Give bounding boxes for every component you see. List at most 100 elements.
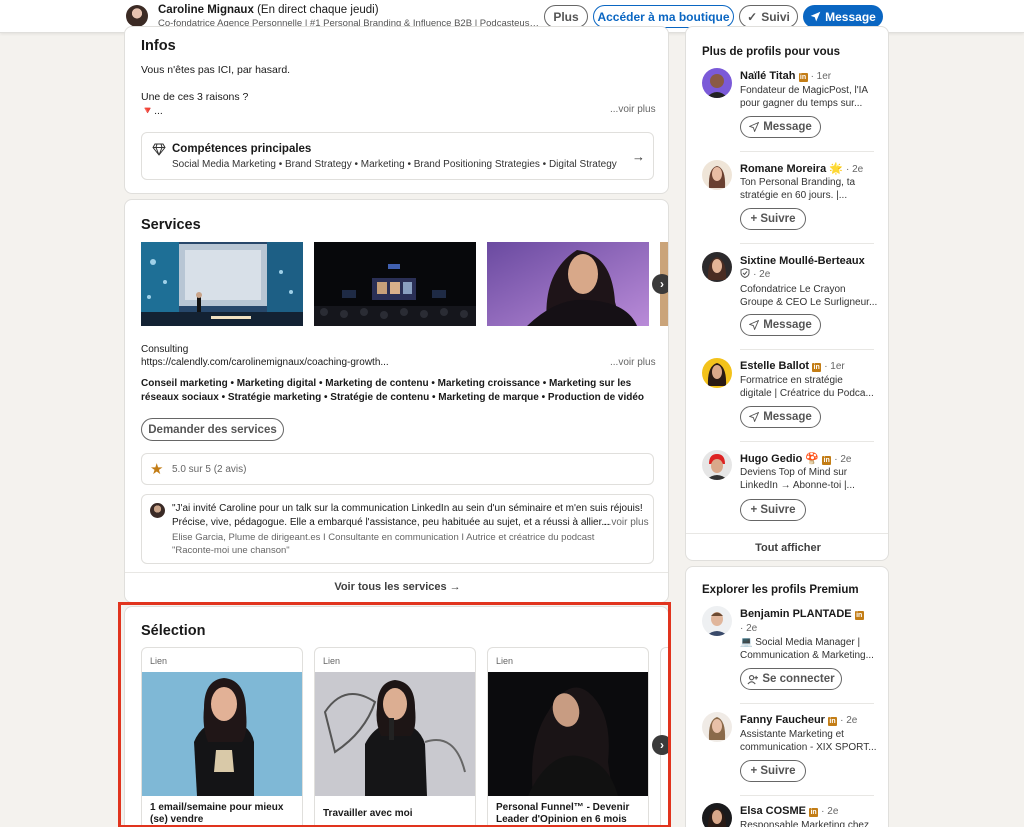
person-avatar[interactable] [702, 606, 732, 636]
person-degree: · 2e [834, 454, 852, 465]
send-icon [749, 412, 760, 422]
see-all-services-link[interactable]: Voir tous les services → [125, 581, 668, 593]
person-avatar[interactable] [702, 252, 732, 282]
person-headline: 💻 Social Media Manager | Communication & … [740, 637, 874, 661]
person-avatar[interactable] [702, 68, 732, 98]
skills-list: Social Media Marketing • Brand Strategy … [172, 159, 617, 170]
person-name: Elsa COSME [740, 805, 807, 817]
follow-person-button[interactable]: + Suivre [740, 760, 806, 782]
connect-person-button[interactable]: Se connecter [740, 668, 842, 690]
divider [740, 703, 874, 704]
top-skills-box[interactable]: Compétences principales Social Media Mar… [141, 132, 654, 180]
person-degree: · 2e [740, 623, 758, 634]
service-see-more[interactable]: ...voir plus [610, 357, 656, 368]
divider [740, 795, 874, 796]
profile-status: (En direct chaque jeudi) [257, 4, 379, 16]
person-headline: Deviens Top of Mind sur LinkedIn → Abonne… [740, 467, 855, 491]
send-icon [749, 122, 760, 132]
divider [740, 243, 874, 244]
show-all-link[interactable]: Tout afficher [686, 542, 888, 554]
profile-name: Caroline Mignaux [158, 4, 254, 16]
about-line-2: Une de ces 3 raisons ? [141, 91, 249, 103]
person-name: Estelle Ballot [740, 360, 810, 372]
reviewer-avatar [150, 503, 165, 518]
person-name-line[interactable]: Naïlé Titah in · 1er [740, 70, 831, 82]
person-name-line[interactable]: Fanny Faucheur in · 2e [740, 714, 857, 726]
person-degree-line: · 2e [740, 267, 771, 280]
linkedin-premium-icon: in [854, 611, 864, 620]
message-person-button[interactable]: Message [740, 116, 821, 138]
send-icon [749, 320, 760, 330]
premium-profiles-card: Explorer les profils Premium Benjamin PL… [685, 566, 889, 827]
about-see-more[interactable]: ...voir plus [610, 104, 656, 115]
person-name: Fanny Faucheur [740, 714, 825, 726]
message-person-button[interactable]: Message [740, 406, 821, 428]
service-photo-2[interactable] [314, 242, 476, 326]
service-photo-1[interactable] [141, 242, 303, 326]
divider [740, 349, 874, 350]
person-avatar[interactable] [702, 358, 732, 388]
star-icon: ★ [150, 461, 164, 478]
shop-button[interactable]: Accéder à ma boutique [593, 5, 734, 28]
divider [740, 441, 874, 442]
about-line-3: 🔻... [141, 105, 163, 117]
service-list-line-2: réseaux sociaux • Stratégie marketing • … [141, 392, 645, 403]
review-line-2: Précise, vive, pédagogue. Elle a embarqu… [172, 517, 610, 528]
message-button[interactable]: Message [803, 5, 883, 28]
message-person-button[interactable]: Message [740, 314, 821, 336]
chevron-right-icon[interactable]: › [652, 274, 668, 294]
profile-name-line: Caroline Mignaux (En direct chaque jeudi… [158, 4, 379, 16]
person-avatar[interactable] [702, 160, 732, 190]
person-name: Benjamin PLANTADE [740, 608, 852, 620]
person-headline: Assistante Marketing et communication - X… [740, 729, 877, 753]
service-category: Consulting [141, 344, 189, 355]
person-degree: · 2e [821, 806, 839, 817]
following-button[interactable]: ✓ Suivi [739, 5, 798, 28]
person-degree: · 1er [810, 71, 832, 82]
person-name: Naïlé Titah [740, 70, 796, 82]
services-card: Services › Consulting https://calendly.c… [124, 199, 669, 603]
about-card: Infos Vous n'êtes pas ICI, par hasard. U… [124, 26, 669, 194]
person-name: Romane Moreira 🌟 [740, 163, 843, 175]
person-name-line[interactable]: Elsa COSME in · 2e [740, 805, 838, 817]
diamond-icon [152, 143, 166, 156]
rating-box[interactable]: ★ 5.0 sur 5 (2 avis) [141, 453, 654, 485]
rating-text: 5.0 sur 5 (2 avis) [172, 464, 247, 475]
add-person-icon [747, 674, 759, 684]
linkedin-premium-icon: in [822, 456, 832, 465]
about-title: Infos [141, 38, 176, 54]
more-button[interactable]: Plus [544, 5, 588, 28]
person-avatar[interactable] [702, 450, 732, 480]
person-headline: Fondateur de MagicPost, l'IA pour gagner … [740, 85, 869, 109]
person-avatar[interactable] [702, 712, 732, 742]
divider [740, 151, 874, 152]
review-line-1: "J'ai invité Caroline pour un talk sur l… [172, 503, 643, 514]
review-see-more[interactable]: ...voir plus [603, 517, 649, 528]
person-headline: Formatrice en stratégie digitale | Créatr… [740, 375, 874, 399]
check-icon: ✓ [747, 9, 758, 24]
follow-person-button[interactable]: + Suivre [740, 499, 806, 521]
service-link[interactable]: https://calendly.com/carolinemignaux/coa… [141, 357, 389, 368]
divider [125, 572, 668, 573]
review-box[interactable]: "J'ai invité Caroline pour un talk sur l… [141, 494, 654, 564]
profile-avatar[interactable] [126, 5, 148, 27]
service-list-line-1: Conseil marketing • Marketing digital • … [141, 378, 632, 389]
follow-person-button[interactable]: + Suivre [740, 208, 806, 230]
person-name[interactable]: Sixtine Moullé-Berteaux [740, 255, 865, 267]
person-name-line[interactable]: Hugo Gedio 🍄 in · 2e [740, 452, 851, 465]
following-label: Suivi [761, 9, 790, 24]
person-name-line[interactable]: Estelle Ballot in · 1er [740, 360, 845, 372]
person-degree: · 2e [753, 269, 771, 280]
request-services-button[interactable]: Demander des services [141, 418, 284, 441]
reviewer-line-2: "Raconte-moi une chanson" [172, 545, 290, 556]
premium-card-title: Explorer les profils Premium [702, 584, 859, 596]
person-name-line[interactable]: Benjamin PLANTADE in [740, 608, 864, 620]
linkedin-premium-icon: in [812, 363, 822, 372]
people-also-viewed-card: Plus de profils pour vous Naïlé Titah in… [685, 26, 889, 561]
person-headline: Responsable Marketing chez [740, 820, 869, 827]
person-avatar[interactable] [702, 803, 732, 827]
service-photo-3[interactable] [487, 242, 649, 326]
verified-shield-icon [740, 267, 750, 279]
person-name-line[interactable]: Romane Moreira 🌟 · 2e [740, 162, 863, 175]
skills-title: Compétences principales [172, 143, 312, 155]
